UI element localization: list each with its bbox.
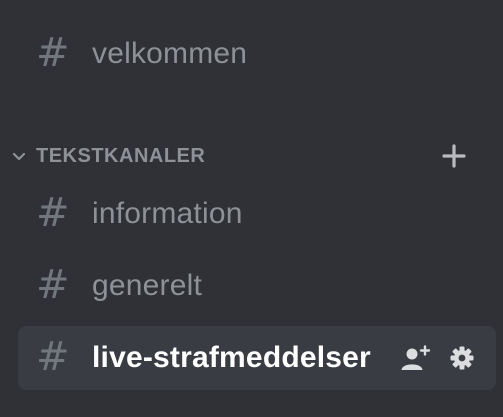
gear-icon[interactable] bbox=[446, 342, 478, 374]
channel-item-velkommen[interactable]: # velkommen bbox=[18, 24, 496, 84]
hash-icon: # bbox=[36, 190, 70, 236]
channel-name: velkommen bbox=[92, 37, 248, 70]
channel-actions bbox=[400, 342, 478, 374]
channel-item-live-strafmeddelser[interactable]: # live-strafmeddelser bbox=[18, 326, 496, 390]
channel-name: live-strafmeddelser bbox=[92, 341, 371, 374]
channel-name: generelt bbox=[92, 269, 203, 302]
hash-icon: # bbox=[36, 30, 70, 76]
category-label: TEKSTKANALER bbox=[36, 144, 206, 167]
channel-item-generelt[interactable]: # generelt bbox=[18, 256, 496, 316]
channel-item-information[interactable]: # information bbox=[18, 184, 496, 244]
channel-sidebar: # velkommen TEKSTKANALER # information #… bbox=[0, 0, 503, 417]
channel-name: information bbox=[92, 197, 243, 230]
hash-icon: # bbox=[36, 334, 70, 380]
hash-icon: # bbox=[36, 262, 70, 308]
category-header-tekstkanaler[interactable]: TEKSTKANALER bbox=[10, 138, 480, 174]
plus-icon[interactable] bbox=[436, 138, 472, 174]
chevron-down-icon[interactable] bbox=[10, 147, 28, 165]
invite-member-icon[interactable] bbox=[400, 342, 432, 374]
